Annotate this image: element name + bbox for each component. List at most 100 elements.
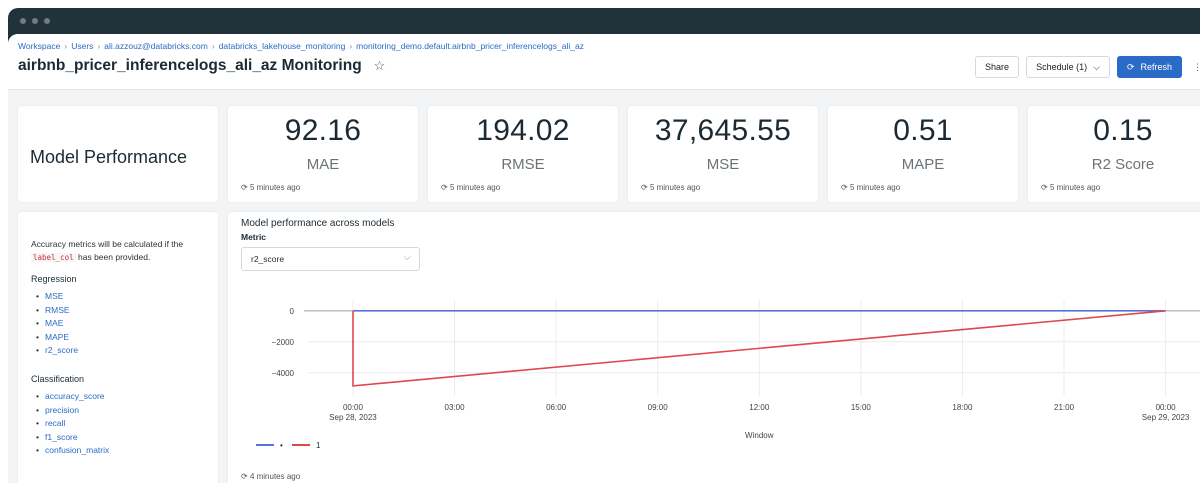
window-titlebar [8, 8, 1200, 34]
more-options-icon[interactable]: ⋮ [1189, 56, 1200, 78]
breadcrumb: Workspace › Users › ali.azzouz@databrick… [18, 41, 1200, 51]
legend-label: • [280, 441, 283, 450]
kpi-label: MAPE [901, 156, 945, 173]
breadcrumb-separator: › [64, 41, 68, 51]
kpi-refresh-time: ⟳ 5 minutes ago [841, 183, 900, 192]
refresh-icon: ⟳ [1041, 183, 1050, 192]
chevron-down-icon: ⌵ [403, 252, 411, 263]
kpi-card-r2: 0.15 R2 Score ⟳ 5 minutes ago [1028, 106, 1200, 202]
label-col-code: label_col [31, 253, 76, 262]
kpi-time-text: 5 minutes ago [249, 183, 301, 192]
page-header: Workspace › Users › ali.azzouz@databrick… [8, 34, 1200, 90]
app-area: Workspace › Users › ali.azzouz@databrick… [8, 34, 1200, 483]
kpi-value: 0.51 [893, 114, 953, 147]
chart-refresh-time: ⟳ 4 minutes ago [241, 472, 300, 481]
list-item[interactable]: MSE [31, 290, 78, 304]
y-tick-label: −4000 [272, 369, 295, 378]
kpi-time-text: 5 minutes ago [449, 183, 501, 192]
list-item[interactable]: confusion_matrix [31, 444, 109, 458]
refresh-icon: ⟳ [441, 183, 450, 192]
accuracy-note-text: Accuracy metrics will be calculated if t… [31, 239, 184, 249]
regression-heading: Regression [31, 274, 77, 284]
breadcrumb-item[interactable]: ali.azzouz@databricks.com [104, 41, 208, 51]
performance-title: Model Performance [30, 147, 188, 167]
window-dot-icon[interactable] [32, 18, 38, 24]
chevron-down-icon: ⌵ [1093, 61, 1100, 72]
legend-label: 1 [316, 441, 321, 450]
kpi-card-mae: 92.16 MAE ⟳ 5 minutes ago [228, 106, 418, 202]
kpi-refresh-time: ⟳ 5 minutes ago [1041, 183, 1100, 192]
metric-label: Metric [241, 232, 267, 242]
refresh-icon: ⟳ [641, 183, 650, 192]
list-item[interactable]: MAE [31, 317, 78, 331]
breadcrumb-separator: › [349, 41, 353, 51]
breadcrumb-item[interactable]: Workspace [18, 41, 60, 51]
list-item[interactable]: RMSE [31, 304, 78, 318]
x-tick-label: 03:00 [445, 403, 466, 412]
refresh-button[interactable]: ⟳ Refresh [1116, 56, 1182, 78]
breadcrumb-separator: › [211, 41, 215, 51]
kpi-value: 37,645.55 [654, 114, 792, 147]
list-item[interactable]: accuracy_score [31, 390, 109, 404]
browser-window: Workspace › Users › ali.azzouz@databrick… [8, 8, 1200, 483]
y-tick-label: 0 [290, 307, 295, 316]
x-tick-label: 00:00 [343, 403, 364, 412]
kpi-label: R2 Score [1091, 156, 1155, 173]
x-tick-label: 18:00 [952, 403, 973, 412]
breadcrumb-item[interactable]: databricks_lakehouse_monitoring [219, 41, 346, 51]
kpi-value: 92.16 [284, 114, 362, 147]
star-icon[interactable]: ☆ [374, 58, 386, 74]
refresh-icon: ⟳ [841, 183, 850, 192]
x-tick-date-label: Sep 29, 2023 [1142, 413, 1190, 422]
kpi-card-mape: 0.51 MAPE ⟳ 5 minutes ago [828, 106, 1018, 202]
x-tick-label: 06:00 [546, 403, 567, 412]
kpi-label: RMSE [501, 156, 545, 173]
kpi-label: MAE [306, 156, 340, 173]
chart-time-text: 4 minutes ago [249, 472, 301, 481]
list-item[interactable]: f1_score [31, 431, 109, 445]
metric-select-value: r2_score [251, 254, 285, 264]
header-actions: Share Schedule (1) ⌵ ⟳ Refresh ⋮ [975, 56, 1200, 78]
chart-card: Model performance across models Metric r… [228, 212, 1200, 483]
x-tick-date-label: Sep 28, 2023 [329, 413, 377, 422]
accuracy-note-text: has been provided. [78, 252, 151, 262]
refresh-icon: ⟳ [241, 472, 250, 481]
list-item[interactable]: MAPE [31, 331, 78, 345]
list-item[interactable]: precision [31, 404, 109, 418]
metric-select[interactable]: r2_score ⌵ [241, 247, 420, 271]
refresh-label: Refresh [1140, 62, 1172, 72]
x-tick-label: 15:00 [851, 403, 872, 412]
list-item[interactable]: recall [31, 417, 109, 431]
kpi-value: 0.15 [1093, 114, 1153, 147]
kpi-time-text: 5 minutes ago [849, 183, 901, 192]
x-tick-label: 12:00 [749, 403, 770, 412]
kpi-refresh-time: ⟳ 5 minutes ago [441, 183, 500, 192]
y-tick-label: −2000 [272, 338, 295, 347]
window-dot-icon[interactable] [44, 18, 50, 24]
classification-heading: Classification [31, 374, 85, 384]
breadcrumb-item[interactable]: Users [71, 41, 93, 51]
schedule-button[interactable]: Schedule (1) ⌵ [1026, 56, 1110, 78]
refresh-icon: ⟳ [1126, 61, 1135, 72]
kpi-label: MSE [706, 156, 740, 173]
breadcrumb-item[interactable]: monitoring_demo.default.airbnb_pricer_in… [356, 41, 584, 51]
x-tick-label: 21:00 [1054, 403, 1075, 412]
share-button[interactable]: Share [975, 56, 1020, 78]
performance-title-card: Model Performance [18, 106, 218, 202]
kpi-refresh-time: ⟳ 5 minutes ago [241, 183, 300, 192]
breadcrumb-separator: › [97, 41, 101, 51]
kpi-value: 194.02 [476, 114, 570, 147]
kpi-time-text: 5 minutes ago [1049, 183, 1101, 192]
kpi-refresh-time: ⟳ 5 minutes ago [641, 183, 700, 192]
x-tick-label: 00:00 [1156, 403, 1177, 412]
chart-title: Model performance across models [241, 218, 395, 229]
schedule-label: Schedule (1) [1036, 62, 1088, 72]
list-item[interactable]: r2_score [31, 344, 78, 358]
window-dot-icon[interactable] [20, 18, 26, 24]
kpi-time-text: 5 minutes ago [649, 183, 701, 192]
x-tick-label: 09:00 [648, 403, 669, 412]
x-axis-label: Window [745, 431, 774, 440]
classification-list: accuracy_score precision recall f1_score… [31, 390, 109, 458]
accuracy-note: Accuracy metrics will be calculated if t… [31, 238, 209, 264]
series-line [352, 310, 1166, 387]
